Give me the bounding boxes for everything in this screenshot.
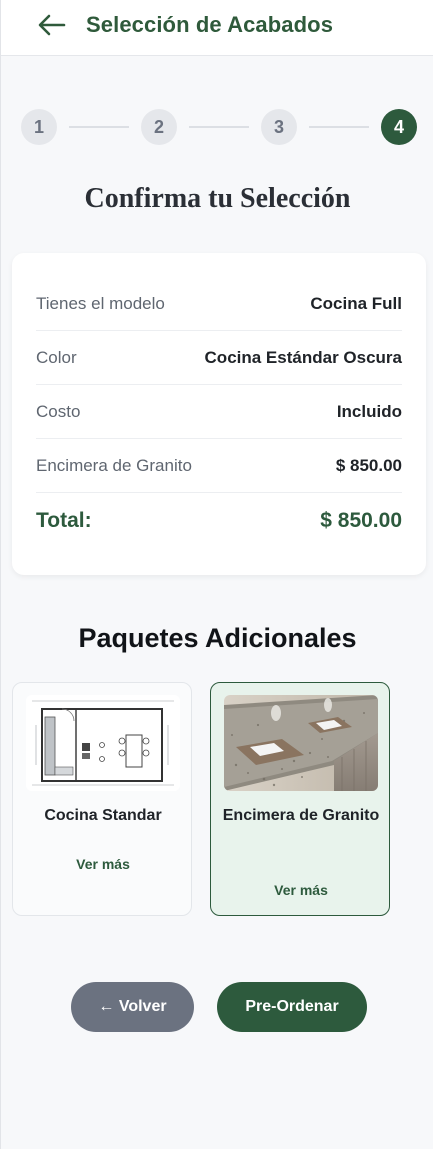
back-arrow-icon[interactable] [37, 12, 67, 38]
step-connector [309, 126, 369, 128]
step-3: 3 [261, 109, 297, 145]
package-card-cocina-standar[interactable]: Cocina Standar Ver más [12, 682, 192, 916]
summary-card: Tienes el modelo Cocina Full Color Cocin… [12, 253, 426, 575]
app-header: Selección de Acabados [1, 0, 433, 56]
step-4-active: 4 [381, 109, 417, 145]
package-ver-mas-link[interactable]: Ver más [13, 856, 193, 872]
package-name: Cocina Standar [44, 807, 162, 824]
progress-stepper: 1 2 3 4 [21, 109, 419, 145]
packages-title: Paquetes Adicionales [78, 623, 357, 653]
step-1: 1 [21, 109, 57, 145]
package-ver-mas-link[interactable]: Ver más [211, 882, 391, 898]
summary-row-cost: Costo Incluido [36, 385, 402, 439]
summary-label: Tienes el modelo [36, 293, 165, 313]
pre-order-button[interactable]: Pre-Ordenar [217, 982, 367, 1032]
package-name: Encimera de Granito [222, 807, 380, 824]
summary-value: Cocina Estándar Oscura [204, 347, 402, 367]
summary-label: Encimera de Granito [36, 455, 192, 475]
confirm-title: Confirma tu Selección [84, 183, 351, 214]
summary-value: $ 850.00 [335, 455, 402, 475]
package-card-encimera-granito[interactable]: Encimera de Granito Ver más [210, 682, 390, 916]
summary-value: Incluido [336, 401, 402, 421]
step-connector [189, 126, 249, 128]
summary-label: Costo [36, 401, 81, 421]
page-title: Selección de Acabados [86, 12, 334, 37]
back-button[interactable]: ← Volver [71, 982, 194, 1032]
summary-row-model: Tienes el modelo Cocina Full [36, 277, 402, 331]
step-2: 2 [141, 109, 177, 145]
summary-row-color: Color Cocina Estándar Oscura [36, 331, 402, 385]
granite-countertop-image [224, 695, 378, 791]
kitchen-floorplan-image [26, 695, 180, 791]
summary-row-granite: Encimera de Granito $ 850.00 [36, 439, 402, 493]
total-value: $ 850.00 [320, 509, 402, 532]
total-label: Total: [36, 509, 92, 532]
step-connector [69, 126, 129, 128]
summary-label: Color [36, 347, 77, 367]
summary-total: Total: $ 850.00 [36, 507, 402, 535]
summary-value: Cocina Full [310, 293, 402, 313]
